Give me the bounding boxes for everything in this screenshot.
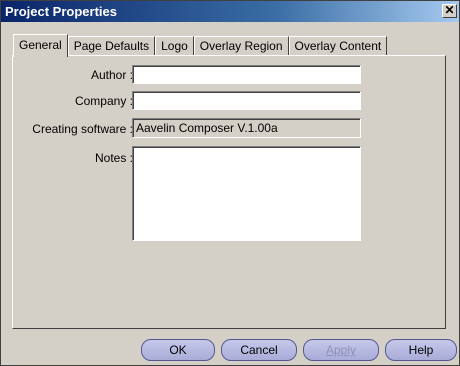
author-label: Author :	[90, 68, 133, 82]
cancel-button[interactable]: Cancel	[221, 339, 297, 361]
help-button[interactable]: Help	[385, 339, 457, 361]
tab-overlay-content[interactable]: Overlay Content	[288, 36, 388, 56]
author-field[interactable]	[132, 65, 361, 84]
apply-button[interactable]: Apply	[303, 339, 379, 361]
company-label: Company :	[74, 94, 133, 108]
ok-button[interactable]: OK	[141, 339, 215, 361]
notes-label: Notes :	[94, 151, 133, 165]
tab-overlay-region[interactable]: Overlay Region	[193, 36, 289, 56]
dialog-button-bar: OK Cancel Apply Help	[1, 331, 459, 365]
project-properties-window: Project Properties ✕ General Page Defaul…	[0, 0, 460, 366]
tab-strip: General Page Defaults Logo Overlay Regio…	[13, 34, 388, 57]
notes-textarea[interactable]	[132, 146, 361, 241]
company-field[interactable]	[132, 91, 361, 110]
tab-logo[interactable]: Logo	[155, 36, 194, 56]
creating-software-value: Aavelin Composer V.1.00a	[132, 118, 361, 138]
creating-software-label: Creating software :	[32, 122, 133, 136]
close-icon[interactable]: ✕	[442, 4, 457, 18]
tab-general[interactable]: General	[13, 34, 68, 57]
window-title: Project Properties	[5, 4, 117, 19]
tab-page-defaults[interactable]: Page Defaults	[67, 36, 156, 56]
title-bar[interactable]: Project Properties ✕	[1, 1, 459, 22]
general-tab-panel: Author : Company : Creating software : A…	[12, 55, 446, 329]
